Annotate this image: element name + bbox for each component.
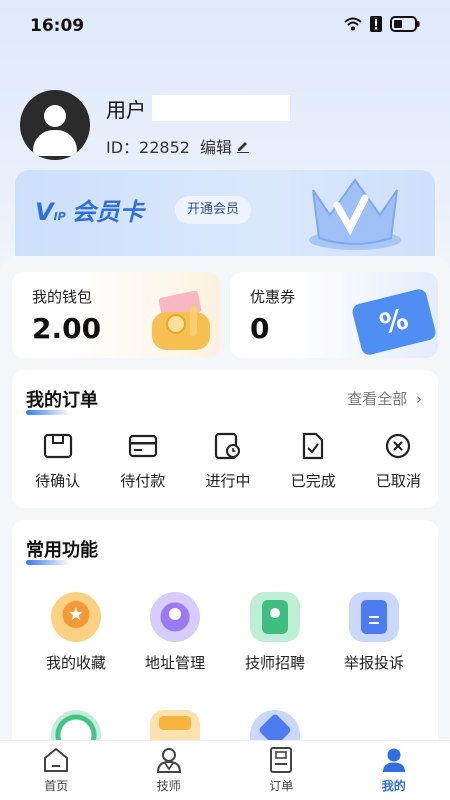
coupon-ticket-icon: %: [350, 287, 438, 357]
avatar[interactable]: [20, 90, 90, 160]
completed-doc-icon: [303, 432, 324, 460]
vip-logo-mark: V: [35, 198, 54, 226]
badge-icon: [250, 592, 300, 642]
avatar-body-shape: [33, 130, 77, 156]
wifi-icon: [344, 17, 362, 31]
tab-label: 我的: [381, 779, 406, 793]
coupon-count: 0: [250, 312, 270, 345]
wallet-card[interactable]: 我的钱包 2.00: [12, 272, 220, 358]
alert-icon: [370, 16, 382, 32]
tab-orders[interactable]: 订单: [225, 741, 338, 800]
user-name: 用户: [106, 98, 146, 122]
order-status-cancelled[interactable]: 已取消: [359, 432, 438, 491]
order-status-pending-confirm[interactable]: 待确认: [18, 432, 97, 491]
func-report-complaint[interactable]: 举报投诉: [324, 592, 424, 673]
avatar-head-shape: [44, 105, 66, 127]
open-membership-button[interactable]: 开通会员: [175, 196, 252, 224]
edit-profile-button[interactable]: 编辑: [200, 134, 250, 158]
order-status-label: 进行中: [205, 472, 251, 490]
func-label: 举报投诉: [343, 654, 404, 672]
title-underline: [26, 410, 70, 415]
profile-icon: [382, 748, 405, 772]
order-status-pending-payment[interactable]: 待付款: [103, 432, 182, 491]
user-name-redaction: [152, 95, 290, 121]
order-status-label: 已完成: [290, 472, 336, 490]
crown-icon: [309, 178, 401, 250]
order-doc-icon: [270, 747, 293, 773]
in-progress-icon: [214, 432, 240, 460]
my-orders-section: 我的订单 查看全部 › 待确认 待付款 进行中 已完成 已取消: [12, 370, 438, 508]
func-address-management[interactable]: 地址管理: [125, 592, 225, 673]
tab-home[interactable]: 首页: [0, 741, 113, 800]
payment-card-icon: [128, 434, 157, 458]
order-status-list: 待确认 待付款 进行中 已完成 已取消: [12, 432, 438, 491]
report-icon: [349, 592, 399, 642]
vip-card[interactable]: V IP 会员卡 开通会员: [15, 170, 435, 256]
edit-label: 编辑: [200, 138, 233, 157]
title-underline: [26, 560, 70, 565]
status-time: 16:09: [30, 16, 85, 36]
order-status-label: 待确认: [35, 472, 81, 490]
pencil-icon: [237, 142, 250, 153]
order-status-label: 待付款: [120, 472, 166, 490]
coupon-ticket-text: %: [376, 302, 412, 341]
wallet-title: 我的钱包: [32, 288, 93, 306]
order-status-label: 已取消: [375, 472, 421, 490]
star-favorite-icon: ★: [51, 592, 101, 642]
tab-label: 订单: [269, 779, 294, 793]
status-icons: [344, 16, 420, 32]
view-all-orders-link[interactable]: 查看全部 ›: [347, 388, 422, 409]
orders-title: 我的订单: [26, 386, 98, 415]
func-label: 地址管理: [144, 654, 205, 672]
order-status-completed[interactable]: 已完成: [274, 432, 353, 491]
home-icon: [44, 748, 69, 772]
coupon-card[interactable]: 优惠券 0 %: [230, 272, 438, 358]
chevron-right-icon: ›: [416, 390, 422, 408]
func-label: 技师招聘: [244, 654, 305, 672]
functions-title: 常用功能: [26, 536, 98, 565]
tab-profile[interactable]: 我的: [338, 741, 450, 800]
status-bar: 16:09: [0, 0, 450, 54]
func-my-favorites[interactable]: ★ 我的收藏: [26, 592, 126, 673]
view-all-label: 查看全部: [347, 390, 408, 408]
order-status-in-progress[interactable]: 进行中: [188, 432, 267, 491]
tab-label: 技师: [156, 779, 181, 793]
vip-logo-sub: IP: [53, 210, 66, 223]
vip-card-title: 会员卡: [71, 198, 144, 226]
vip-logo: V IP 会员卡: [35, 192, 144, 227]
wallet-balance: 2.00: [32, 312, 102, 345]
coupon-title: 优惠券: [250, 288, 296, 306]
func-technician-recruitment[interactable]: 技师招聘: [225, 592, 325, 673]
tab-technician[interactable]: 技师: [113, 741, 226, 800]
bottom-tab-bar: 首页 技师 订单 我的: [0, 740, 450, 800]
technician-icon: [156, 748, 181, 773]
money-bag-icon: [152, 290, 210, 350]
location-pin-icon: [150, 592, 200, 642]
functions-title-text: 常用功能: [26, 540, 98, 561]
cancel-circle-icon: [386, 433, 411, 459]
func-label: 我的收藏: [45, 654, 106, 672]
orders-title-text: 我的订单: [26, 390, 98, 411]
pending-confirm-icon: [43, 433, 72, 459]
battery-icon: [390, 16, 420, 32]
common-functions-section: 常用功能 ★ 我的收藏 地址管理 技师招聘 举报投诉: [12, 520, 438, 760]
tab-label: 首页: [44, 779, 69, 793]
user-id: ID：22852: [106, 138, 190, 157]
